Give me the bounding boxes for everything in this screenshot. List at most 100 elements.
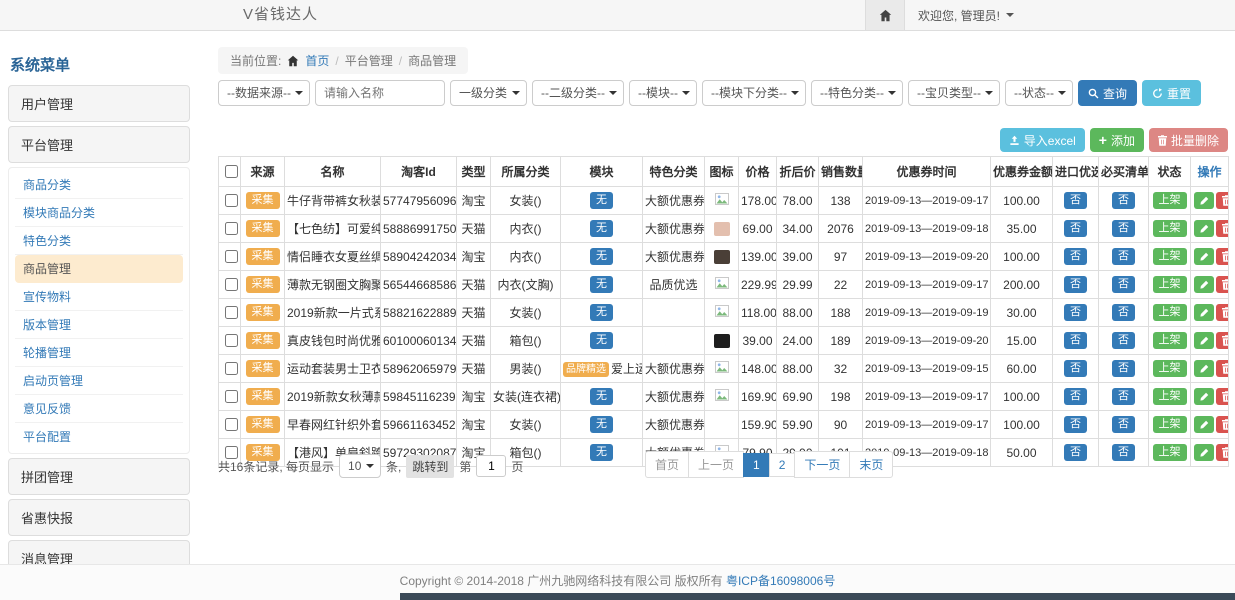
import-select-badge[interactable]: 否 xyxy=(1064,360,1087,376)
user-menu[interactable]: 欢迎您, 管理员! xyxy=(918,0,1014,30)
sidebar-item[interactable]: 商品分类 xyxy=(15,171,183,199)
feature-category-select[interactable]: --特色分类-- xyxy=(811,80,903,106)
status-badge[interactable]: 上架 xyxy=(1153,360,1187,376)
sidebar-item-panel[interactable]: 拼团管理 xyxy=(8,458,190,495)
status-badge[interactable]: 上架 xyxy=(1153,388,1187,404)
breadcrumb-home-link[interactable]: 首页 xyxy=(305,52,329,69)
status-badge[interactable]: 上架 xyxy=(1153,220,1187,236)
import-excel-button[interactable]: 导入excel xyxy=(1000,128,1085,152)
icp-link[interactable]: 粤ICP备16098006号 xyxy=(726,574,835,588)
delete-button[interactable] xyxy=(1216,304,1229,321)
delete-button[interactable] xyxy=(1216,388,1229,405)
edit-button[interactable] xyxy=(1194,248,1214,265)
edit-button[interactable] xyxy=(1194,416,1214,433)
delete-button[interactable] xyxy=(1216,444,1229,461)
row-checkbox[interactable] xyxy=(225,362,238,375)
module-select[interactable]: --模块-- xyxy=(629,80,697,106)
status-badge[interactable]: 上架 xyxy=(1153,248,1187,264)
row-checkbox[interactable] xyxy=(225,390,238,403)
edit-button[interactable] xyxy=(1194,192,1214,209)
edit-button[interactable] xyxy=(1194,276,1214,293)
import-select-badge[interactable]: 否 xyxy=(1064,220,1087,236)
must-buy-badge[interactable]: 否 xyxy=(1112,332,1135,348)
sidebar-item[interactable]: 平台配置 xyxy=(15,423,183,450)
must-buy-badge[interactable]: 否 xyxy=(1112,248,1135,264)
import-select-badge[interactable]: 否 xyxy=(1064,444,1087,460)
sidebar-item-panel[interactable]: 省惠快报 xyxy=(8,499,190,536)
status-badge[interactable]: 上架 xyxy=(1153,416,1187,432)
status-badge[interactable]: 上架 xyxy=(1153,192,1187,208)
delete-button[interactable] xyxy=(1216,416,1229,433)
edit-button[interactable] xyxy=(1194,220,1214,237)
module-select-dropdown[interactable]: --模块-- xyxy=(630,81,696,105)
must-buy-badge[interactable]: 否 xyxy=(1112,220,1135,236)
must-buy-badge[interactable]: 否 xyxy=(1112,416,1135,432)
must-buy-badge[interactable]: 否 xyxy=(1112,388,1135,404)
import-select-badge[interactable]: 否 xyxy=(1064,388,1087,404)
page-number-input[interactable] xyxy=(476,455,506,477)
page-size-select[interactable]: 10 xyxy=(339,454,381,478)
batch-delete-button[interactable]: 批量删除 xyxy=(1149,128,1228,152)
add-button[interactable]: + 添加 xyxy=(1090,128,1144,152)
level1-category-select-dropdown[interactable]: 一级分类 xyxy=(451,81,526,105)
status-badge[interactable]: 上架 xyxy=(1153,444,1187,460)
first-page-button[interactable]: 首页 xyxy=(645,451,689,478)
row-checkbox[interactable] xyxy=(225,334,238,347)
module-subcategory-select-dropdown[interactable]: --模块下分类-- xyxy=(703,81,805,105)
status-select-dropdown[interactable]: --状态-- xyxy=(1006,81,1072,105)
sidebar-item[interactable]: 版本管理 xyxy=(15,311,183,339)
sidebar-item[interactable]: 宣传物料 xyxy=(15,283,183,311)
sidebar-item[interactable]: 轮播管理 xyxy=(15,339,183,367)
next-page-button[interactable]: 下一页 xyxy=(794,451,850,478)
must-buy-badge[interactable]: 否 xyxy=(1112,304,1135,320)
jump-button[interactable]: 跳转到 xyxy=(406,455,454,478)
row-checkbox[interactable] xyxy=(225,418,238,431)
last-page-button[interactable]: 末页 xyxy=(849,451,893,478)
edit-button[interactable] xyxy=(1194,332,1214,349)
level1-category-select[interactable]: 一级分类 xyxy=(450,80,527,106)
row-checkbox[interactable] xyxy=(225,278,238,291)
delete-button[interactable] xyxy=(1216,248,1229,265)
must-buy-badge[interactable]: 否 xyxy=(1112,444,1135,460)
sidebar-item-panel[interactable]: 平台管理 xyxy=(8,126,190,163)
level2-category-select[interactable]: --二级分类-- xyxy=(532,80,624,106)
sidebar-item[interactable]: 商品管理 xyxy=(15,255,183,283)
feature-category-select-dropdown[interactable]: --特色分类-- xyxy=(812,81,902,105)
page-1-button[interactable]: 1 xyxy=(743,453,770,477)
sidebar-item[interactable]: 启动页管理 xyxy=(15,367,183,395)
must-buy-badge[interactable]: 否 xyxy=(1112,276,1135,292)
edit-button[interactable] xyxy=(1194,388,1214,405)
page-2-button[interactable]: 2 xyxy=(769,453,796,477)
prev-page-button[interactable]: 上一页 xyxy=(688,451,744,478)
reset-button[interactable]: 重置 xyxy=(1142,80,1201,106)
import-select-badge[interactable]: 否 xyxy=(1064,192,1087,208)
delete-button[interactable] xyxy=(1216,276,1229,293)
status-badge[interactable]: 上架 xyxy=(1153,304,1187,320)
import-select-badge[interactable]: 否 xyxy=(1064,304,1087,320)
row-checkbox[interactable] xyxy=(225,194,238,207)
delete-button[interactable] xyxy=(1216,220,1229,237)
delete-button[interactable] xyxy=(1216,332,1229,349)
sidebar-item-panel[interactable]: 消息管理 xyxy=(8,540,190,565)
search-button[interactable]: 查询 xyxy=(1078,80,1137,106)
edit-button[interactable] xyxy=(1194,444,1214,461)
item-type-select-dropdown[interactable]: --宝贝类型-- xyxy=(909,81,999,105)
row-checkbox[interactable] xyxy=(225,306,238,319)
page-size-dropdown[interactable]: 10 xyxy=(340,455,380,477)
status-select[interactable]: --状态-- xyxy=(1005,80,1073,106)
level2-category-select-dropdown[interactable]: --二级分类-- xyxy=(533,81,623,105)
must-buy-badge[interactable]: 否 xyxy=(1112,192,1135,208)
import-select-badge[interactable]: 否 xyxy=(1064,248,1087,264)
import-select-badge[interactable]: 否 xyxy=(1064,416,1087,432)
home-button[interactable] xyxy=(865,0,905,30)
sidebar-item-panel[interactable]: 用户管理 xyxy=(8,85,190,122)
delete-button[interactable] xyxy=(1216,360,1229,377)
data-source-select[interactable]: --数据来源-- xyxy=(218,80,310,106)
status-badge[interactable]: 上架 xyxy=(1153,276,1187,292)
status-badge[interactable]: 上架 xyxy=(1153,332,1187,348)
sidebar-item[interactable]: 特色分类 xyxy=(15,227,183,255)
edit-button[interactable] xyxy=(1194,304,1214,321)
must-buy-badge[interactable]: 否 xyxy=(1112,360,1135,376)
sidebar-item[interactable]: 模块商品分类 xyxy=(15,199,183,227)
module-subcategory-select[interactable]: --模块下分类-- xyxy=(702,80,806,106)
